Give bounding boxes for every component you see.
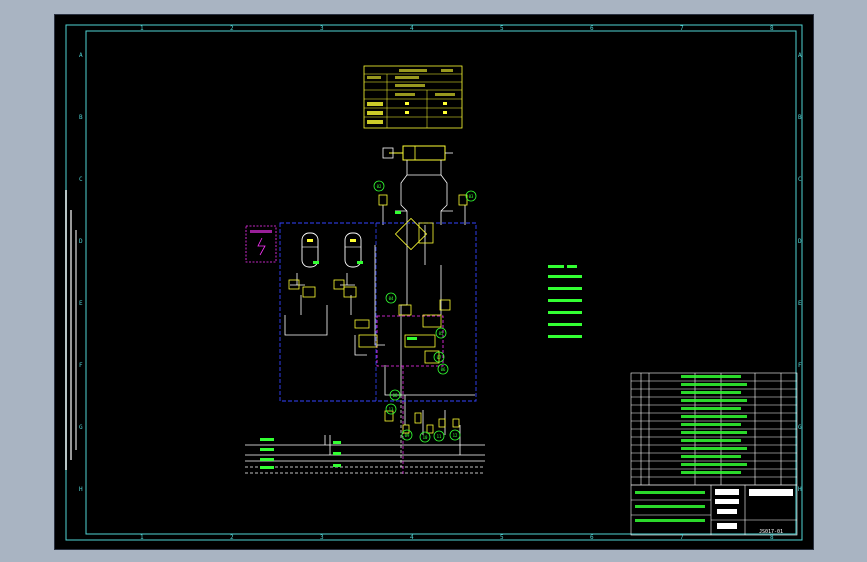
side-note-strip bbox=[65, 190, 77, 470]
zone-number: 7 bbox=[680, 25, 684, 32]
zone-letter: C bbox=[798, 176, 802, 183]
component-number-label: 13 bbox=[389, 407, 394, 412]
valves bbox=[288, 194, 468, 434]
circuit-lines bbox=[245, 160, 485, 462]
component-number-labels: 02 03 04 05 06 07 08 09 10 11 12 13 bbox=[377, 184, 474, 440]
zone-letter: H bbox=[798, 486, 802, 493]
component-number-label: 05 bbox=[439, 331, 444, 336]
electrical-elements bbox=[245, 225, 444, 475]
title-block-white-text bbox=[715, 489, 793, 529]
component-number-label: 04 bbox=[389, 296, 394, 301]
zone-number: 6 bbox=[590, 534, 594, 541]
hydraulic-cylinder bbox=[382, 145, 453, 161]
zone-number: 3 bbox=[320, 25, 324, 32]
zone-number: 1 bbox=[140, 534, 144, 541]
parameter-table bbox=[363, 65, 463, 129]
zone-letter: B bbox=[798, 114, 802, 121]
zone-letter: G bbox=[798, 424, 802, 431]
component-number-label: 02 bbox=[377, 184, 382, 189]
hydraulic-schematic: 02 03 04 05 06 07 08 09 10 11 12 13 JS01… bbox=[65, 24, 803, 541]
zone-number: 5 bbox=[500, 534, 504, 541]
zone-number: 8 bbox=[770, 534, 774, 541]
component-number-label: 03 bbox=[469, 194, 474, 199]
component-number-label: 11 bbox=[437, 434, 442, 439]
manifold-block bbox=[279, 222, 477, 402]
zone-letter: F bbox=[798, 362, 802, 369]
component-number-label: 10 bbox=[423, 435, 428, 440]
component-number-label: 09 bbox=[405, 433, 410, 438]
zone-number: 2 bbox=[230, 25, 234, 32]
component-number-label: 07 bbox=[437, 355, 442, 360]
legend-block bbox=[548, 265, 582, 338]
zone-number: 4 bbox=[410, 534, 414, 541]
zone-number: 2 bbox=[230, 534, 234, 541]
zone-number: 6 bbox=[590, 25, 594, 32]
zone-number: 1 bbox=[140, 25, 144, 32]
title-block bbox=[630, 372, 798, 536]
zone-number: 3 bbox=[320, 534, 324, 541]
component-markers bbox=[373, 180, 477, 443]
zone-letter: H bbox=[79, 486, 83, 493]
zone-letter: B bbox=[79, 114, 83, 121]
zone-letter: D bbox=[798, 238, 802, 245]
accumulators bbox=[301, 232, 362, 268]
component-number-label: 12 bbox=[453, 433, 458, 438]
component-number-label: 08 bbox=[393, 393, 398, 398]
zone-number: 7 bbox=[680, 534, 684, 541]
zone-letter: A bbox=[79, 52, 83, 59]
zone-letter: C bbox=[79, 176, 83, 183]
zone-number: 8 bbox=[770, 25, 774, 32]
zone-letter: E bbox=[798, 300, 802, 307]
zone-number: 5 bbox=[500, 25, 504, 32]
zone-letter: A bbox=[798, 52, 802, 59]
line-labels bbox=[260, 211, 417, 469]
zone-number: 4 bbox=[410, 25, 414, 32]
drawing-sheet: 02 03 04 05 06 07 08 09 10 11 12 13 JS01… bbox=[54, 14, 814, 550]
component-number-label: 06 bbox=[441, 367, 446, 372]
